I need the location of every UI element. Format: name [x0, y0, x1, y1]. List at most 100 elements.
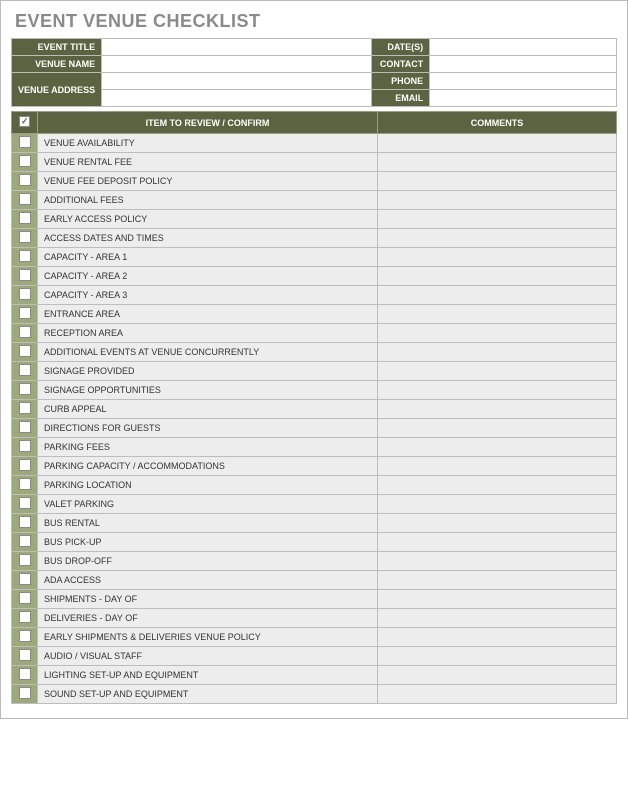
row-checkbox[interactable] [12, 438, 38, 457]
row-checkbox[interactable] [12, 590, 38, 609]
row-comment[interactable] [378, 419, 617, 438]
row-comment[interactable] [378, 210, 617, 229]
row-comment[interactable] [378, 685, 617, 704]
row-checkbox[interactable] [12, 267, 38, 286]
checkbox-icon[interactable] [19, 592, 31, 604]
checkbox-icon[interactable] [19, 174, 31, 186]
row-comment[interactable] [378, 514, 617, 533]
checkbox-icon[interactable] [19, 326, 31, 338]
row-checkbox[interactable] [12, 514, 38, 533]
row-checkbox[interactable] [12, 457, 38, 476]
checkbox-icon[interactable] [19, 440, 31, 452]
checkbox-icon[interactable] [19, 231, 31, 243]
row-checkbox[interactable] [12, 476, 38, 495]
checkbox-icon[interactable] [19, 307, 31, 319]
row-comment[interactable] [378, 134, 617, 153]
row-comment[interactable] [378, 571, 617, 590]
row-checkbox[interactable] [12, 552, 38, 571]
contact-field[interactable] [430, 56, 617, 73]
row-checkbox[interactable] [12, 571, 38, 590]
dates-field[interactable] [430, 39, 617, 56]
row-checkbox[interactable] [12, 400, 38, 419]
row-checkbox[interactable] [12, 609, 38, 628]
row-comment[interactable] [378, 324, 617, 343]
row-comment[interactable] [378, 248, 617, 267]
row-checkbox[interactable] [12, 381, 38, 400]
row-checkbox[interactable] [12, 343, 38, 362]
row-comment[interactable] [378, 533, 617, 552]
row-checkbox[interactable] [12, 533, 38, 552]
checkbox-icon[interactable] [19, 193, 31, 205]
checkbox-icon[interactable] [19, 459, 31, 471]
checkbox-icon[interactable] [19, 383, 31, 395]
checkbox-icon[interactable] [19, 136, 31, 148]
row-checkbox[interactable] [12, 248, 38, 267]
checkbox-icon[interactable] [19, 668, 31, 680]
checkbox-icon[interactable] [19, 535, 31, 547]
row-checkbox[interactable] [12, 685, 38, 704]
checkbox-icon[interactable] [19, 554, 31, 566]
checkbox-icon[interactable] [19, 155, 31, 167]
checkbox-icon[interactable] [19, 516, 31, 528]
venue-name-field[interactable] [102, 56, 372, 73]
row-comment[interactable] [378, 400, 617, 419]
row-checkbox[interactable] [12, 666, 38, 685]
row-comment[interactable] [378, 172, 617, 191]
row-comment[interactable] [378, 191, 617, 210]
row-comment[interactable] [378, 476, 617, 495]
checkbox-icon[interactable] [19, 402, 31, 414]
checkbox-icon[interactable] [19, 269, 31, 281]
checkbox-icon[interactable] [19, 630, 31, 642]
checkbox-icon[interactable] [19, 288, 31, 300]
row-comment[interactable] [378, 457, 617, 476]
email-field[interactable] [430, 90, 617, 107]
row-comment[interactable] [378, 628, 617, 647]
row-checkbox[interactable] [12, 153, 38, 172]
row-checkbox[interactable] [12, 362, 38, 381]
row-comment[interactable] [378, 381, 617, 400]
checkbox-icon[interactable] [19, 250, 31, 262]
row-comment[interactable] [378, 438, 617, 457]
row-checkbox[interactable] [12, 210, 38, 229]
row-comment[interactable] [378, 609, 617, 628]
checkbox-icon[interactable] [19, 649, 31, 661]
venue-address-field-2[interactable] [102, 90, 372, 107]
check-all-icon[interactable] [19, 116, 30, 127]
checkbox-icon[interactable] [19, 478, 31, 490]
row-checkbox[interactable] [12, 134, 38, 153]
row-checkbox[interactable] [12, 419, 38, 438]
row-comment[interactable] [378, 286, 617, 305]
row-comment[interactable] [378, 153, 617, 172]
venue-address-field-1[interactable] [102, 73, 372, 90]
row-comment[interactable] [378, 267, 617, 286]
row-comment[interactable] [378, 647, 617, 666]
phone-field[interactable] [430, 73, 617, 90]
checkbox-icon[interactable] [19, 364, 31, 376]
row-comment[interactable] [378, 229, 617, 248]
row-checkbox[interactable] [12, 647, 38, 666]
row-comment[interactable] [378, 552, 617, 571]
row-comment[interactable] [378, 590, 617, 609]
checkbox-icon[interactable] [19, 573, 31, 585]
row-checkbox[interactable] [12, 628, 38, 647]
row-checkbox[interactable] [12, 324, 38, 343]
checkbox-icon[interactable] [19, 497, 31, 509]
checkbox-icon[interactable] [19, 611, 31, 623]
row-comment[interactable] [378, 362, 617, 381]
row-comment[interactable] [378, 305, 617, 324]
row-checkbox[interactable] [12, 191, 38, 210]
row-comment[interactable] [378, 666, 617, 685]
row-comment[interactable] [378, 495, 617, 514]
row-checkbox[interactable] [12, 305, 38, 324]
row-checkbox[interactable] [12, 229, 38, 248]
header-check[interactable] [12, 112, 38, 134]
row-comment[interactable] [378, 343, 617, 362]
checkbox-icon[interactable] [19, 345, 31, 357]
checkbox-icon[interactable] [19, 421, 31, 433]
checkbox-icon[interactable] [19, 687, 31, 699]
event-title-field[interactable] [102, 39, 372, 56]
checkbox-icon[interactable] [19, 212, 31, 224]
row-checkbox[interactable] [12, 495, 38, 514]
row-checkbox[interactable] [12, 286, 38, 305]
row-checkbox[interactable] [12, 172, 38, 191]
